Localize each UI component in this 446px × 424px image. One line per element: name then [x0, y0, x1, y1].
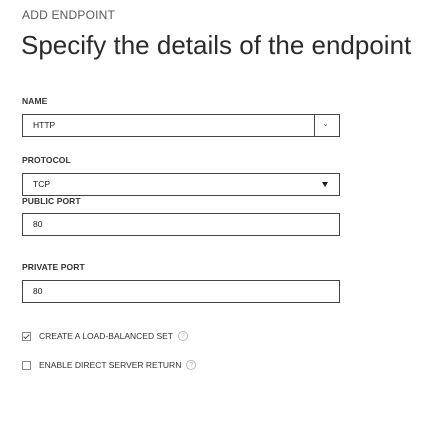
name-label: NAME: [22, 96, 48, 106]
direct-return-row: ENABLE DIRECT SERVER RETURN ?: [22, 360, 197, 370]
private-port-label: PRIVATE PORT: [22, 262, 85, 272]
page-title: Specify the details of the endpoint: [21, 30, 412, 60]
name-divider: [314, 115, 315, 136]
load-balanced-checkbox[interactable]: [22, 331, 31, 341]
help-icon[interactable]: ?: [186, 360, 197, 370]
public-port-value: 80: [33, 219, 43, 229]
protocol-label: PROTOCOL: [22, 155, 71, 165]
load-balanced-row: CREATE A LOAD-BALANCED SET ?: [22, 331, 188, 341]
private-port-input[interactable]: 80: [22, 280, 340, 303]
protocol-select[interactable]: TCP: [22, 173, 340, 196]
load-balanced-label[interactable]: CREATE A LOAD-BALANCED SET: [39, 331, 173, 341]
direct-return-checkbox[interactable]: [22, 360, 31, 370]
chevron-down-icon[interactable]: ⌄: [322, 119, 329, 128]
private-port-value: 80: [33, 286, 43, 296]
direct-return-label[interactable]: ENABLE DIRECT SERVER RETURN: [39, 360, 181, 370]
protocol-value: TCP: [33, 179, 50, 189]
public-port-input[interactable]: 80: [22, 213, 340, 236]
triangle-down-icon[interactable]: [322, 182, 328, 187]
name-combobox[interactable]: HTTP ⌄: [22, 114, 340, 137]
public-port-label: PUBLIC PORT: [22, 196, 81, 206]
dialog-label: ADD ENDPOINT: [22, 8, 116, 22]
name-value: HTTP: [33, 120, 56, 130]
help-icon[interactable]: ?: [178, 331, 188, 341]
